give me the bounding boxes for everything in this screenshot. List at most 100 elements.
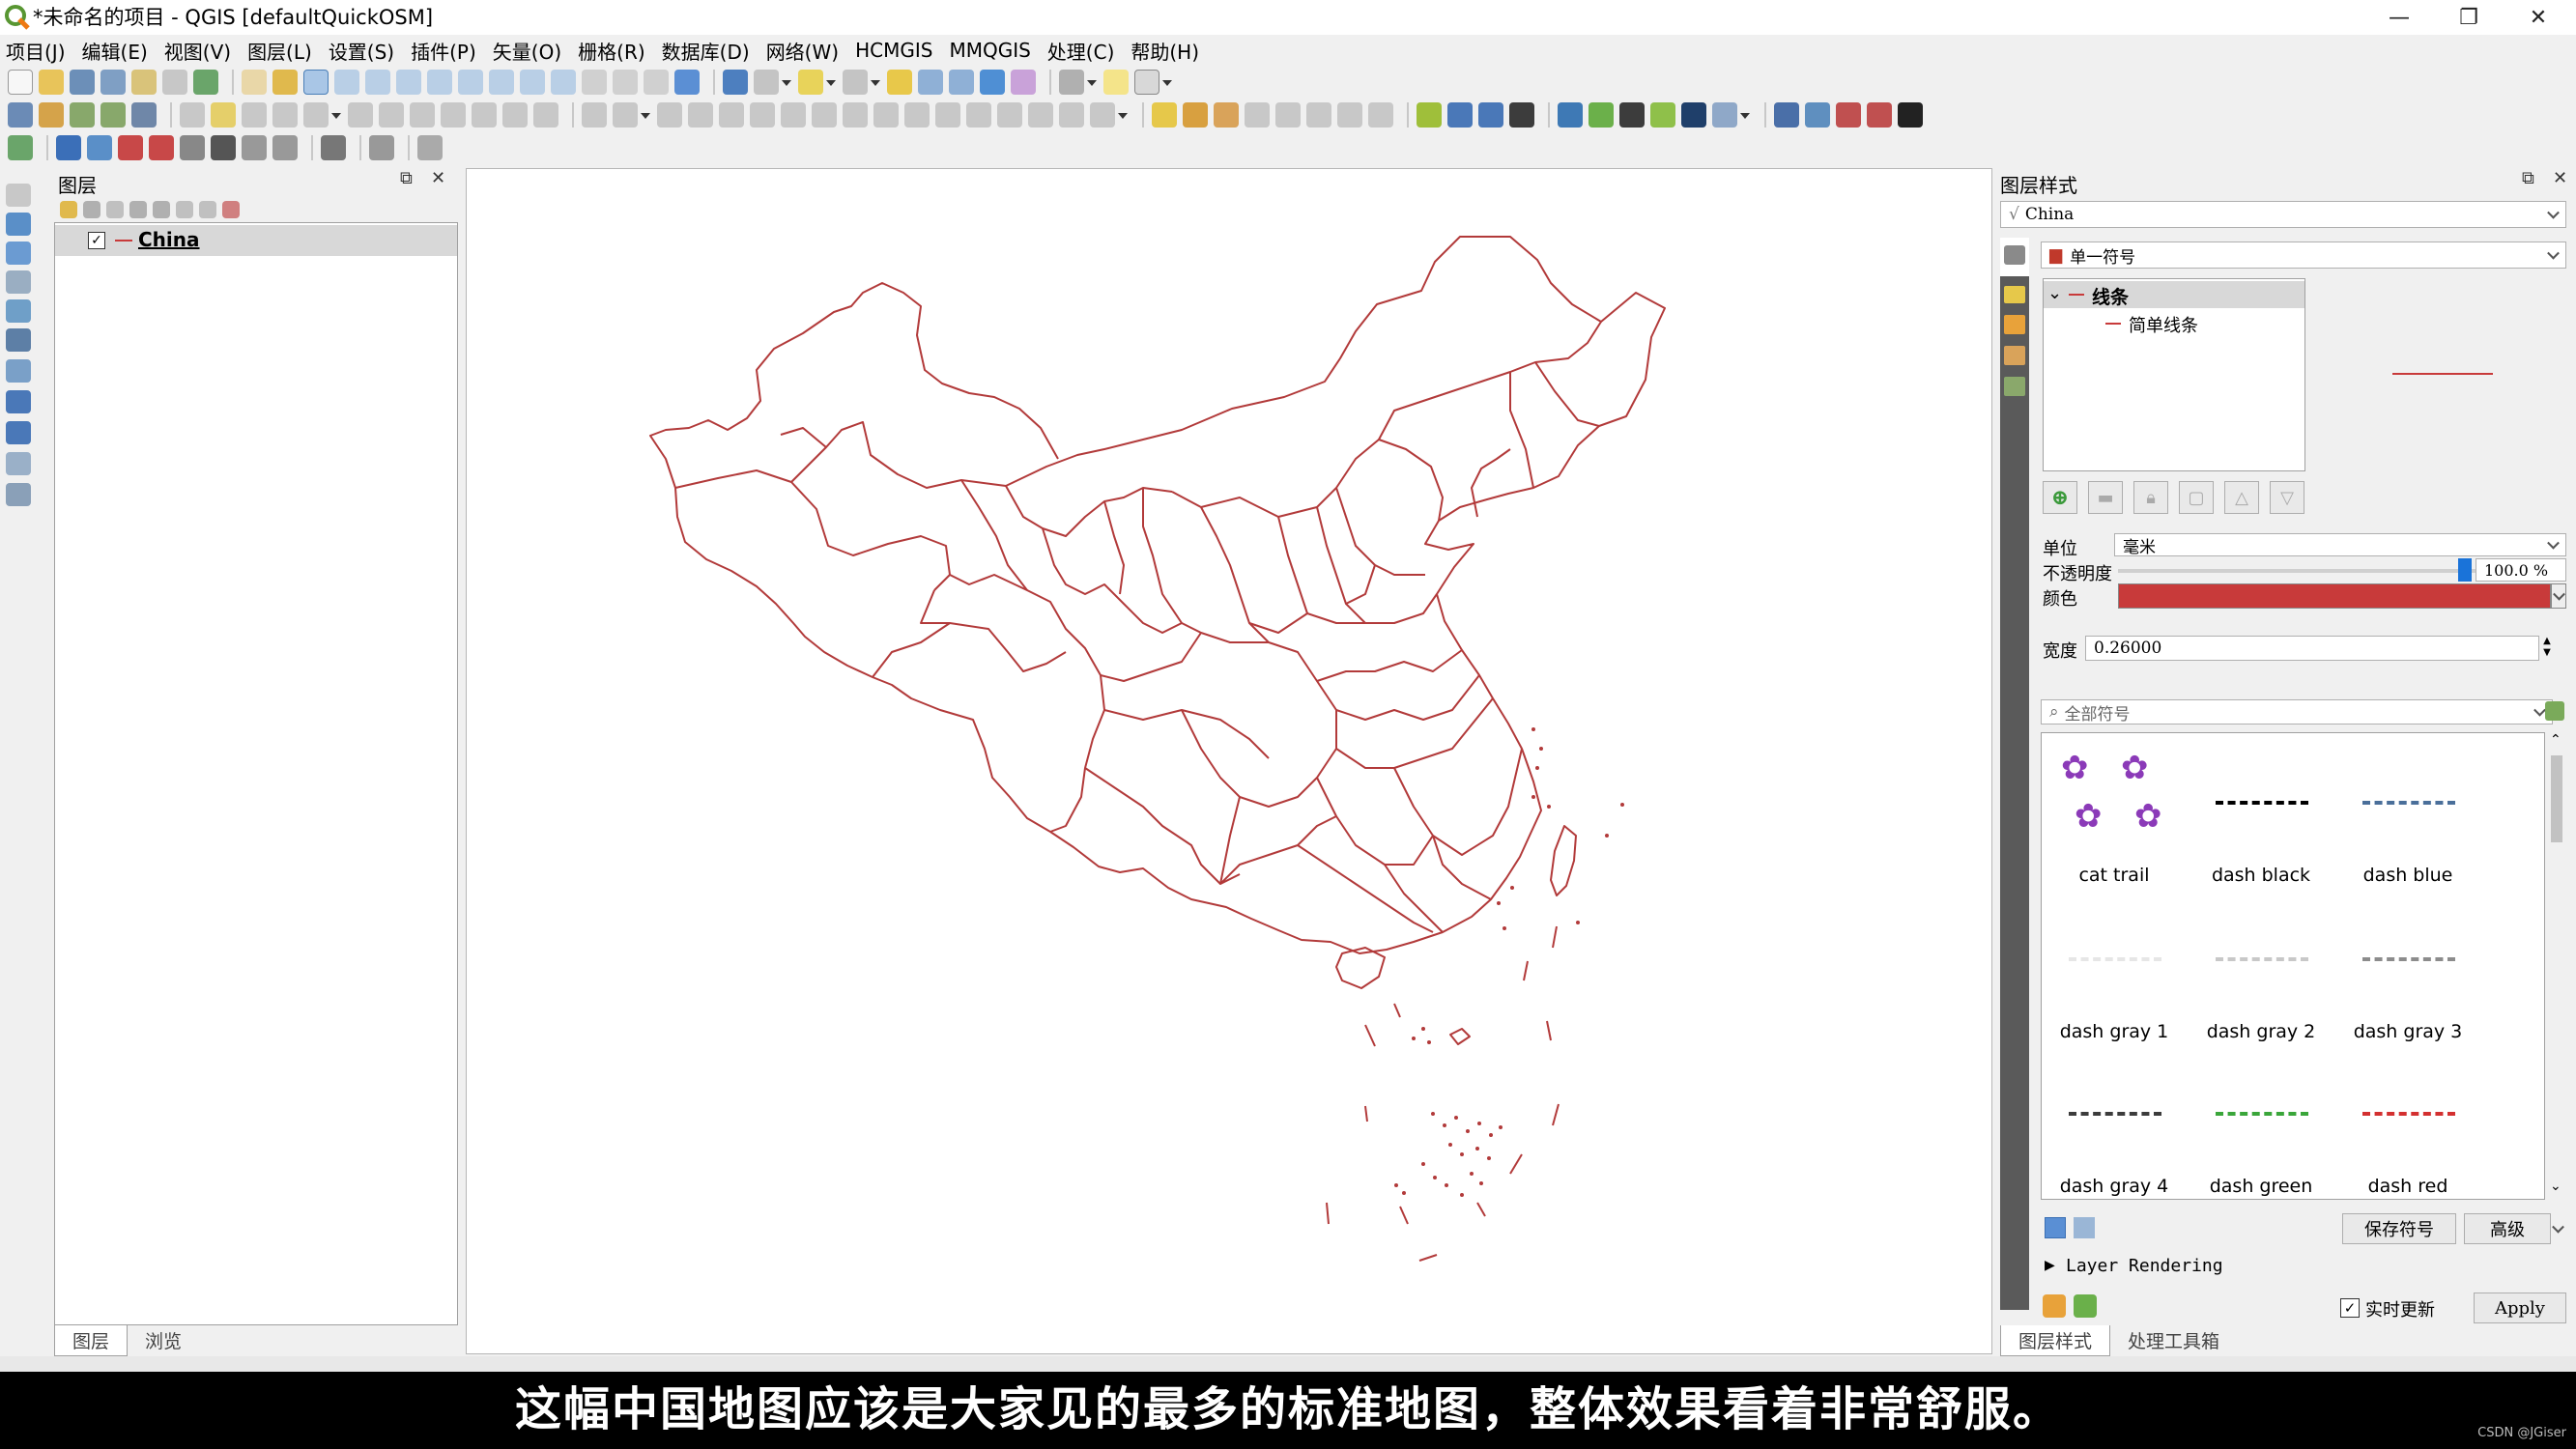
redo-style-icon[interactable] [2074, 1294, 2097, 1318]
chevron-up-icon[interactable]: ⌃ [2550, 732, 2562, 748]
layer-row-china[interactable]: ✓ China [55, 225, 457, 256]
menu-layer[interactable]: 图层(L) [247, 37, 312, 65]
more-tools-icon[interactable] [369, 135, 394, 160]
add-wcs-icon[interactable] [6, 421, 31, 444]
split-parts-icon[interactable] [935, 102, 960, 128]
style-manager-icon[interactable] [193, 70, 218, 95]
symbol-tree-child[interactable]: 简单线条 [2044, 310, 2304, 337]
paste-features-icon[interactable] [472, 102, 497, 128]
rotate-label-icon[interactable] [1337, 102, 1362, 128]
new-map-view-icon[interactable] [582, 70, 607, 95]
zoom-in-icon[interactable] [303, 70, 329, 95]
zoom-next-icon[interactable] [551, 70, 576, 95]
add-postgis-icon[interactable] [6, 328, 31, 352]
list-view-button[interactable] [2074, 1217, 2095, 1238]
add-spatialite-icon[interactable] [6, 299, 31, 323]
symbol-dash-black[interactable]: dash black [2189, 733, 2333, 888]
move-up-button[interactable]: △ [2224, 481, 2259, 514]
python-console-icon[interactable] [1558, 102, 1583, 128]
trim-extend-icon[interactable] [873, 102, 899, 128]
filter-legend-icon[interactable] [129, 201, 147, 218]
new-spatialite-icon[interactable] [100, 102, 126, 128]
pan-icon[interactable] [242, 70, 267, 95]
offset-curve-icon[interactable] [812, 102, 837, 128]
change-label-icon[interactable] [1368, 102, 1393, 128]
undo-icon[interactable] [502, 102, 528, 128]
zoom-selection-icon[interactable] [427, 70, 452, 95]
menu-help[interactable]: 帮助(H) [1131, 37, 1199, 65]
reverse-line-icon[interactable] [843, 102, 868, 128]
chevron-down-icon[interactable] [823, 70, 837, 95]
chevron-down-icon[interactable] [868, 70, 881, 95]
digitize-arc-icon[interactable] [118, 135, 143, 160]
symbol-dash-red[interactable]: dash red [2335, 1046, 2480, 1199]
unit-selector[interactable]: 毫米 [2114, 533, 2566, 557]
plugin-b-icon[interactable] [1619, 102, 1645, 128]
wms-icon[interactable] [1478, 102, 1503, 128]
data-source-manager-icon[interactable] [8, 102, 33, 128]
merge-attributes-icon[interactable] [997, 102, 1022, 128]
symbol-dash-green[interactable]: dash green [2189, 1046, 2333, 1199]
menu-processing[interactable]: 处理(C) [1047, 37, 1115, 65]
text-annotation-icon[interactable] [1134, 70, 1159, 95]
wfs-icon[interactable] [1509, 102, 1534, 128]
close-window-button[interactable]: ✕ [2504, 0, 2572, 35]
tab-browser[interactable]: 浏览 [128, 1325, 199, 1356]
plugin-a-icon[interactable] [1589, 102, 1614, 128]
digitize-rect-icon[interactable] [180, 135, 205, 160]
symbol-cat-trail[interactable]: ✿ ✿ ✿ ✿ cat trail [2042, 733, 2187, 888]
float-panel-icon[interactable]: ⧉ [2522, 168, 2534, 188]
chevron-down-icon[interactable]: ⌄ [2047, 283, 2062, 303]
undo-style-icon[interactable] [2043, 1294, 2066, 1318]
merge-features-icon[interactable] [966, 102, 991, 128]
symbol-dash-gray-3[interactable]: dash gray 3 [2335, 890, 2480, 1044]
globe-icon[interactable] [1447, 102, 1473, 128]
plugin-d-icon[interactable] [1681, 102, 1706, 128]
symbol-tree-root[interactable]: ⌄ 线条 [2044, 281, 2304, 308]
chevron-down-icon[interactable] [1159, 70, 1173, 95]
cut-features-icon[interactable] [410, 102, 435, 128]
refresh-icon[interactable] [674, 70, 700, 95]
map-canvas[interactable] [466, 168, 1992, 1354]
zoom-full-icon[interactable] [396, 70, 421, 95]
menu-edit[interactable]: 编辑(E) [82, 37, 148, 65]
add-wfs-icon[interactable] [6, 483, 31, 506]
zoom-last-icon[interactable] [520, 70, 545, 95]
save-as-icon[interactable] [100, 70, 126, 95]
add-symbol-layer-button[interactable]: ⊕ [2043, 481, 2077, 514]
add-delimited-icon[interactable] [6, 270, 31, 294]
map-tips-icon[interactable] [1103, 70, 1129, 95]
color-dropdown[interactable] [2551, 583, 2566, 609]
layer-selector[interactable]: √ China [2000, 201, 2566, 228]
select-value-icon[interactable] [843, 70, 868, 95]
history-tab-icon[interactable] [2004, 377, 2025, 396]
move-down-button[interactable]: ▽ [2270, 481, 2304, 514]
rotate-point-icon[interactable] [1028, 102, 1053, 128]
select-features-icon[interactable] [798, 70, 823, 95]
menu-web[interactable]: 网络(W) [766, 37, 839, 65]
manage-map-themes-icon[interactable] [106, 201, 124, 218]
style-manager-icon[interactable] [2545, 701, 2564, 721]
reshape-icon[interactable] [781, 102, 806, 128]
symbology-tab-icon[interactable] [2004, 245, 2025, 265]
restore-button[interactable]: ❐ [2435, 0, 2503, 35]
georeferencer-icon[interactable] [1417, 102, 1442, 128]
digitize-shape-icon[interactable] [582, 102, 607, 128]
identify-icon[interactable] [723, 70, 748, 95]
plugin-g-icon[interactable] [1836, 102, 1861, 128]
opacity-slider-handle[interactable] [2458, 558, 2472, 582]
print-layout-icon[interactable] [321, 135, 346, 160]
close-panel-icon[interactable]: ✕ [2553, 168, 2567, 188]
width-input[interactable]: 0.26000 [2085, 636, 2539, 661]
vertex-tool-icon[interactable] [303, 102, 329, 128]
attribute-table-icon[interactable] [918, 70, 943, 95]
chevron-down-icon[interactable] [1115, 102, 1129, 128]
renderer-selector[interactable]: ▆ 单一符号 [2041, 242, 2566, 269]
new-geopackage-icon[interactable] [39, 102, 64, 128]
delete-selected-icon[interactable] [379, 102, 404, 128]
measure-icon[interactable] [1059, 70, 1084, 95]
modify-attributes-icon[interactable] [348, 102, 373, 128]
opacity-input[interactable]: 100.0 % [2476, 558, 2566, 582]
tab-layers[interactable]: 图层 [54, 1325, 129, 1356]
3d-view-tab-icon[interactable] [2004, 315, 2025, 334]
